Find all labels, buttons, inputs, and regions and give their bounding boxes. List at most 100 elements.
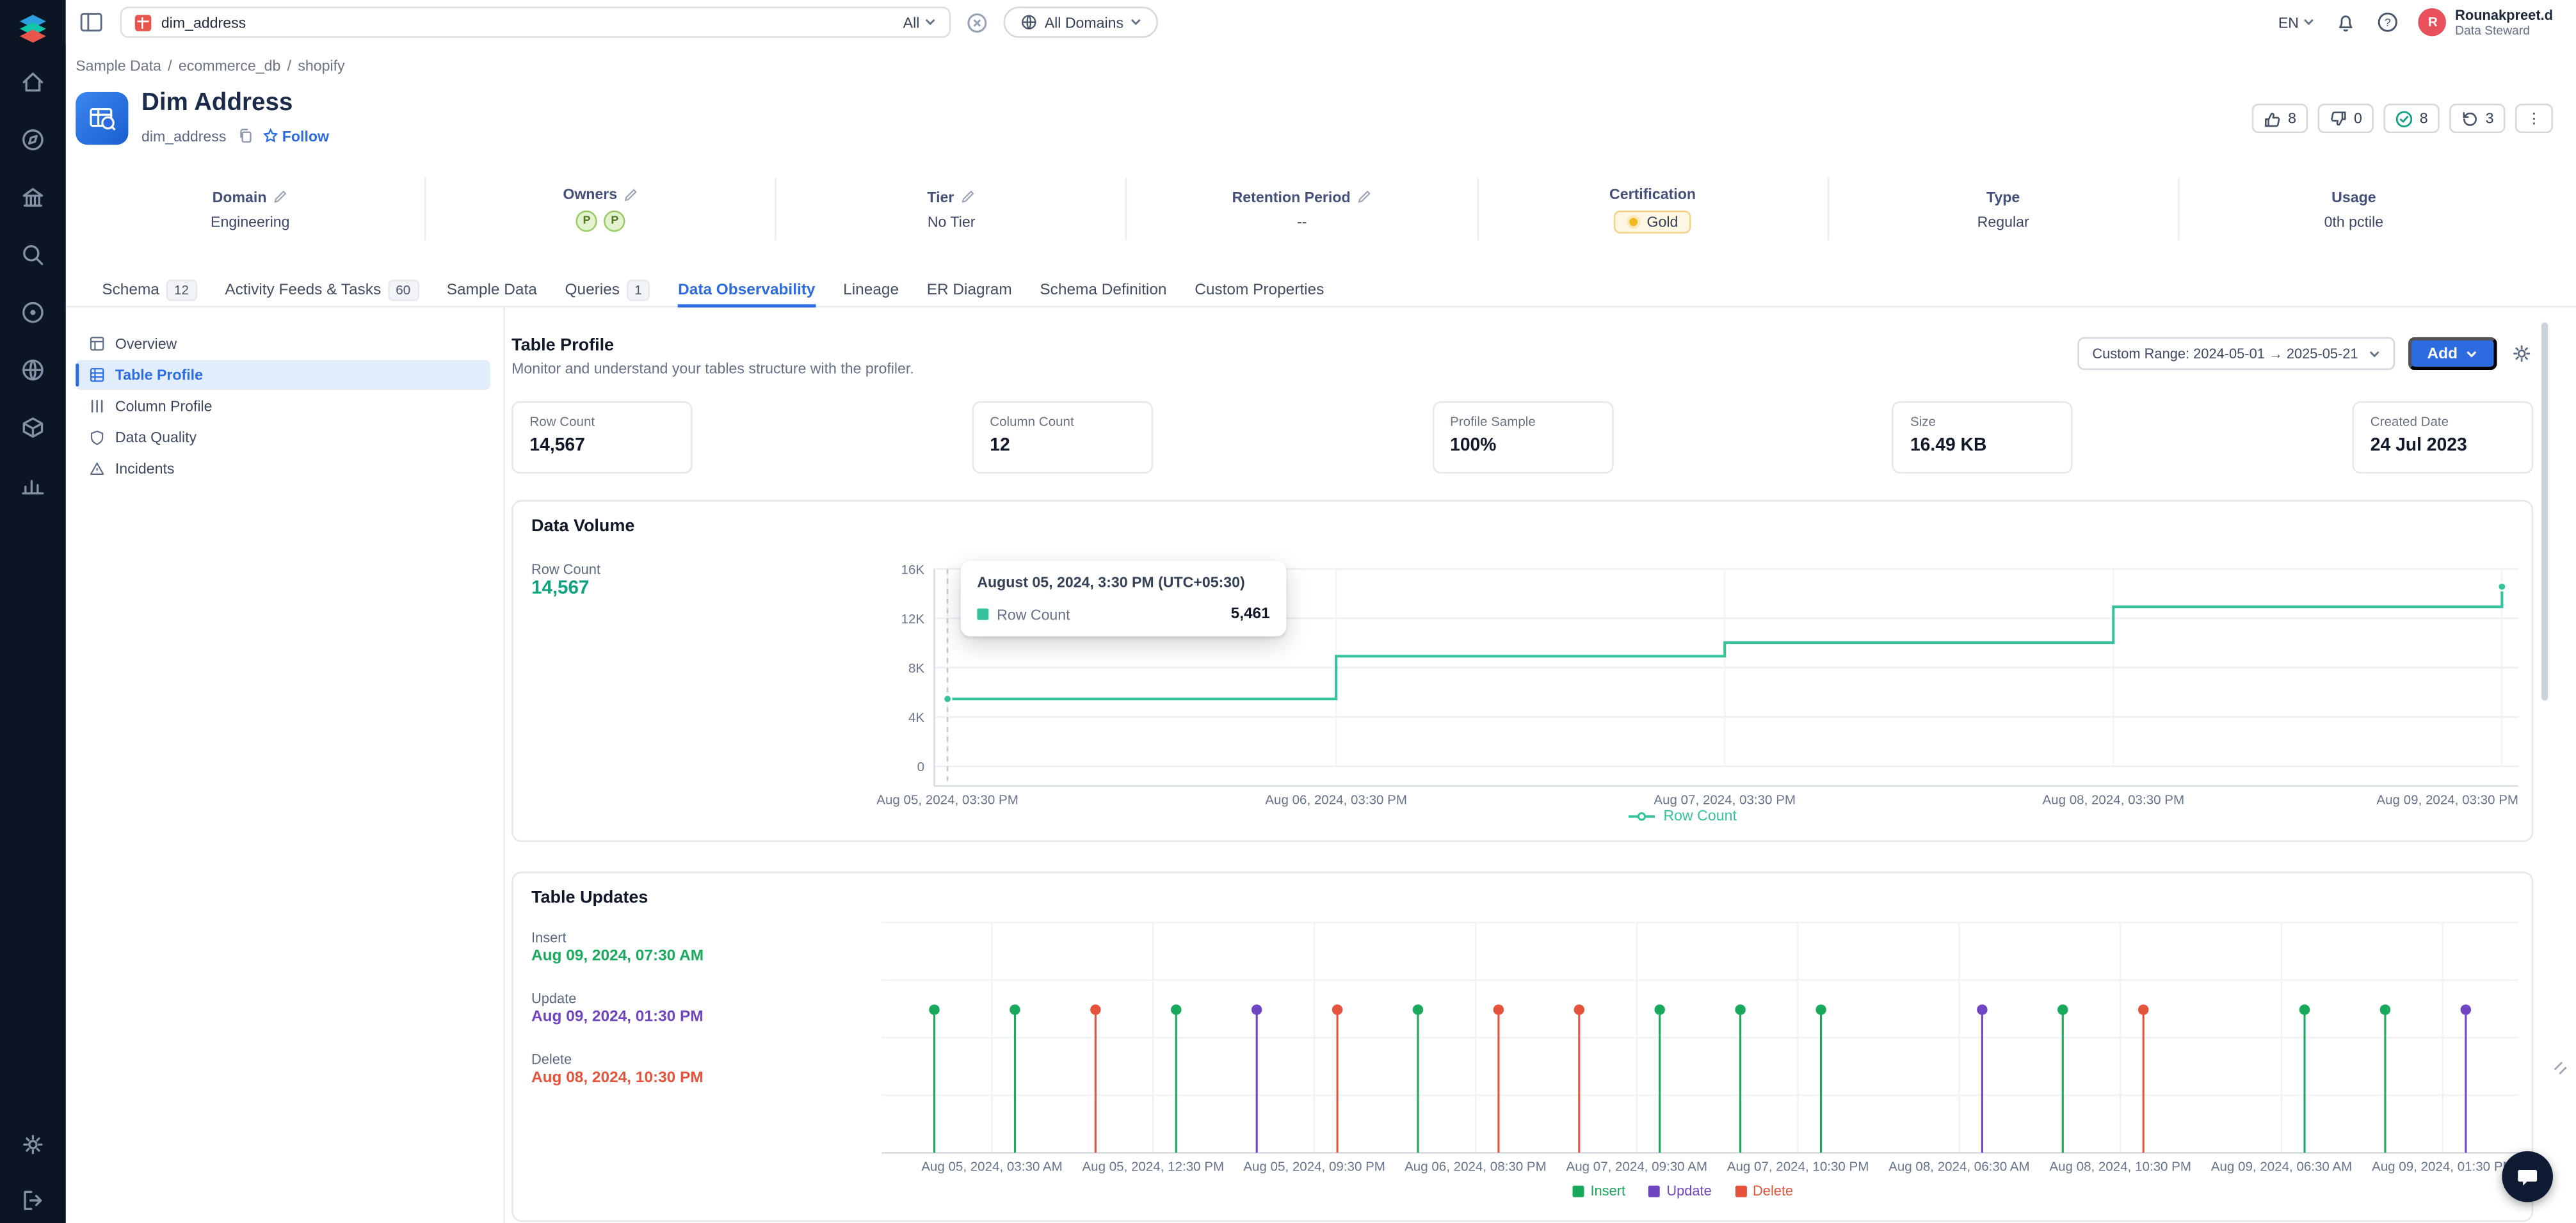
update-value: Aug 09, 2024, 01:30 PM — [531, 1008, 704, 1026]
svg-text:16K: 16K — [901, 563, 925, 577]
meta-usage: Usage 0th pctile — [2179, 178, 2528, 241]
svg-text:Aug 09, 2024, 03:30 PM: Aug 09, 2024, 03:30 PM — [2376, 793, 2518, 808]
svg-text:4K: 4K — [908, 710, 924, 725]
copy-icon[interactable] — [236, 127, 253, 145]
delete-value: Aug 08, 2024, 10:30 PM — [531, 1069, 704, 1087]
resize-handle-icon[interactable] — [2553, 1054, 2568, 1083]
svg-text:Aug 06, 2024, 03:30 PM: Aug 06, 2024, 03:30 PM — [1265, 793, 1407, 808]
date-range-select[interactable]: Custom Range: 2024-05-01 → 2025-05-21 — [2077, 337, 2394, 370]
meta-owners: Owners P P — [426, 178, 777, 241]
summary-cards: Row Count 14,567 Column Count 12 Profile… — [511, 401, 2533, 474]
update-swatch — [1648, 1185, 1660, 1196]
chart-tooltip: August 05, 2024, 3:30 PM (UTC+05:30) Row… — [961, 561, 1287, 636]
app-logo-icon[interactable] — [17, 12, 49, 44]
chevron-down-icon — [2304, 18, 2315, 26]
owner-avatar[interactable]: P — [604, 211, 625, 232]
check-circle-icon — [2395, 109, 2413, 127]
insert-label: Insert — [531, 929, 567, 946]
downvote-button[interactable]: 0 — [2317, 104, 2373, 133]
tab-data-observability[interactable]: Data Observability — [678, 273, 815, 306]
menu-item-incidents[interactable]: Incidents — [76, 454, 490, 483]
global-search-bar[interactable]: All — [120, 6, 951, 38]
follow-button[interactable]: Follow — [262, 127, 329, 144]
scrollbar-thumb[interactable] — [2541, 323, 2548, 701]
governance-icon[interactable] — [20, 184, 46, 211]
add-button[interactable]: Add — [2408, 337, 2497, 370]
domains-icon[interactable] — [20, 357, 46, 383]
insert-swatch — [1572, 1185, 1584, 1196]
table-profile-icon — [89, 367, 106, 383]
svg-text:Aug 09, 2024, 01:30 PM: Aug 09, 2024, 01:30 PM — [2372, 1160, 2514, 1174]
meta-certification: Certification Gold — [1478, 178, 1829, 241]
breadcrumb: Sample Data/ ecommerce_db/ shopify — [76, 58, 344, 74]
domain-link[interactable]: Engineering — [211, 213, 289, 230]
settings-gear-icon[interactable] — [20, 1131, 46, 1158]
menu-item-data-quality[interactable]: Data Quality — [76, 422, 490, 452]
menu-item-table-profile[interactable]: Table Profile — [76, 360, 490, 390]
domains-filter[interactable]: All Domains — [1003, 6, 1158, 38]
data-volume-legend[interactable]: Row Count — [835, 808, 2530, 824]
menu-item-overview[interactable]: Overview — [76, 329, 490, 358]
upvote-button[interactable]: 8 — [2252, 104, 2308, 133]
edit-pencil-icon[interactable] — [961, 189, 976, 204]
home-icon[interactable] — [20, 69, 46, 95]
search-input[interactable] — [161, 14, 893, 31]
breadcrumb-link[interactable]: Sample Data — [76, 58, 161, 74]
edit-pencil-icon[interactable] — [1357, 189, 1372, 204]
chevron-down-icon — [924, 18, 936, 26]
language-select[interactable]: EN — [2278, 14, 2315, 31]
discovery-search-icon[interactable] — [20, 242, 46, 268]
row-count-value: 14,567 — [531, 579, 589, 598]
star-icon — [262, 128, 277, 143]
tab-schema-definition[interactable]: Schema Definition — [1040, 273, 1166, 306]
insert-value: Aug 09, 2024, 07:30 AM — [531, 947, 704, 965]
logout-icon[interactable] — [20, 1187, 46, 1213]
legend-delete[interactable]: Delete — [1735, 1183, 1793, 1199]
more-menu-button[interactable]: ⋮ — [2515, 104, 2553, 133]
table-updates-chart[interactable]: Aug 05, 2024, 03:30 AMAug 05, 2024, 12:3… — [835, 909, 2530, 1183]
clear-search-icon[interactable] — [967, 12, 987, 32]
data-products-icon[interactable] — [20, 415, 46, 441]
help-icon[interactable]: ? — [2378, 12, 2399, 33]
tab-sample-data[interactable]: Sample Data — [447, 273, 537, 306]
tab-schema[interactable]: Schema12 — [102, 273, 197, 306]
tab-queries[interactable]: Queries1 — [565, 273, 650, 306]
sidebar-collapse-icon[interactable] — [79, 12, 104, 33]
user-menu[interactable]: R Rounakpreet.d Data Steward — [2419, 6, 2553, 38]
row-count-label: Row Count — [531, 561, 600, 577]
summary-card-column-count: Column Count 12 — [972, 401, 1153, 474]
notifications-bell-icon[interactable] — [2335, 11, 2358, 34]
chat-support-button[interactable] — [2502, 1151, 2553, 1203]
topbar: All All Domains EN ? R — [66, 0, 2576, 44]
summary-card-row-count: Row Count 14,567 — [511, 401, 693, 474]
profiler-settings-gear-icon[interactable] — [2510, 342, 2533, 365]
reactions-button[interactable]: 8 — [2383, 104, 2439, 133]
owner-avatar[interactable]: P — [576, 211, 597, 232]
tab-activity-feeds[interactable]: Activity Feeds & Tasks60 — [225, 273, 419, 306]
incident-manager-icon[interactable] — [20, 300, 46, 326]
svg-text:0: 0 — [917, 760, 924, 774]
search-scope-select[interactable]: All — [903, 14, 936, 31]
explore-icon[interactable] — [20, 127, 46, 153]
edit-pencil-icon[interactable] — [273, 189, 288, 204]
avatar: R — [2419, 8, 2447, 36]
table-updates-title: Table Updates — [531, 888, 648, 908]
summary-card-created-date: Created Date 24 Jul 2023 — [2353, 401, 2534, 474]
legend-insert[interactable]: Insert — [1572, 1183, 1625, 1199]
svg-text:Aug 07, 2024, 09:30 AM: Aug 07, 2024, 09:30 AM — [1566, 1160, 1707, 1174]
svg-text:?: ? — [2385, 16, 2392, 29]
tab-er-diagram[interactable]: ER Diagram — [927, 273, 1012, 306]
metrics-icon[interactable] — [20, 472, 46, 498]
tab-lineage[interactable]: Lineage — [843, 273, 899, 306]
breadcrumb-link[interactable]: shopify — [298, 58, 344, 74]
menu-item-column-profile[interactable]: Column Profile — [76, 392, 490, 421]
svg-text:Aug 08, 2024, 06:30 AM: Aug 08, 2024, 06:30 AM — [1888, 1160, 2029, 1174]
thumbs-down-icon — [2329, 109, 2347, 127]
search-entity-icon — [135, 14, 152, 31]
table-updates-card: Table Updates Insert Aug 09, 2024, 07:30… — [511, 872, 2533, 1222]
breadcrumb-link[interactable]: ecommerce_db — [179, 58, 280, 74]
edit-pencil-icon[interactable] — [624, 187, 638, 202]
tab-custom-properties[interactable]: Custom Properties — [1195, 273, 1324, 306]
legend-update[interactable]: Update — [1648, 1183, 1712, 1199]
versions-button[interactable]: 3 — [2449, 104, 2505, 133]
